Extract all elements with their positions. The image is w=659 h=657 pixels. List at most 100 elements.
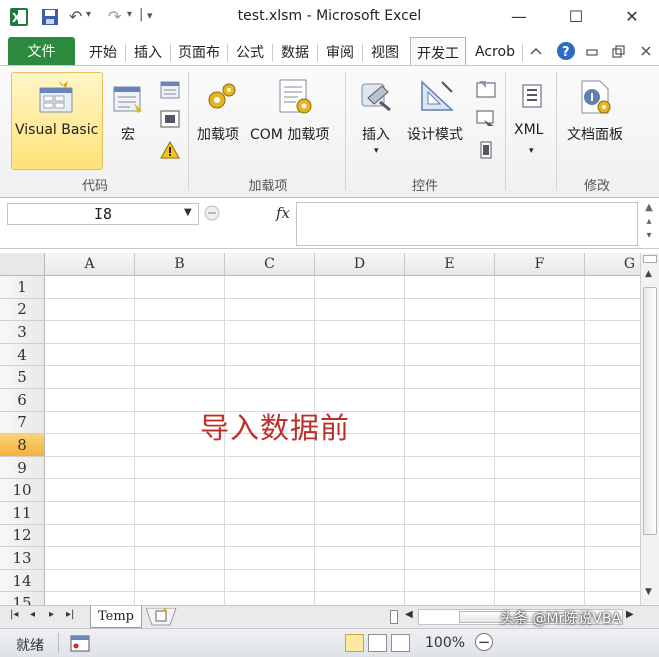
- status-ready: 就绪: [16, 638, 44, 654]
- tab-developer[interactable]: 开发工: [410, 37, 466, 67]
- design-mode-icon[interactable]: [418, 78, 456, 114]
- grid-row-line: [45, 320, 640, 322]
- scroll-down-arrow[interactable]: ▼: [645, 587, 652, 597]
- row-header[interactable]: 6: [0, 389, 45, 412]
- grid-row-line: [45, 478, 640, 480]
- properties-icon[interactable]: [476, 80, 496, 98]
- tab-separator: [317, 44, 318, 62]
- insert-control-dropdown[interactable]: ▾: [374, 146, 379, 156]
- insert-function-button[interactable]: fx: [276, 204, 290, 222]
- formula-bar-resize-icon[interactable]: [204, 205, 220, 221]
- column-header[interactable]: G: [585, 253, 640, 276]
- column-header[interactable]: F: [495, 253, 585, 276]
- relative-reference-icon[interactable]: [160, 110, 180, 128]
- close-workbook-icon[interactable]: [640, 45, 652, 57]
- tab-page-layout[interactable]: 页面布: [174, 40, 224, 64]
- tab-acrobat[interactable]: Acrob: [470, 40, 520, 64]
- new-sheet-icon[interactable]: [146, 608, 186, 626]
- minimize-button[interactable]: —: [504, 4, 534, 28]
- column-header[interactable]: E: [405, 253, 495, 276]
- tab-formulas[interactable]: 公式: [231, 40, 269, 64]
- vertical-scrollbar[interactable]: ▲ ▼: [640, 253, 659, 605]
- close-button[interactable]: ✕: [617, 4, 647, 28]
- row-header[interactable]: 7: [0, 411, 45, 435]
- name-box-dropdown[interactable]: ▼: [184, 207, 192, 218]
- row-header[interactable]: 13: [0, 547, 45, 570]
- row-header[interactable]: 11: [0, 502, 45, 525]
- tab-insert[interactable]: 插入: [129, 40, 167, 64]
- row-header[interactable]: 12: [0, 524, 45, 548]
- row-header[interactable]: 8: [0, 434, 45, 457]
- next-sheet-button[interactable]: ▸: [49, 609, 54, 620]
- addins-group-label: 加载项: [248, 179, 288, 194]
- sheet-tab-temp[interactable]: Temp: [90, 606, 142, 628]
- record-macro-icon[interactable]: [160, 81, 180, 99]
- scroll-up-arrow[interactable]: ▲: [645, 269, 652, 279]
- xml-icon[interactable]: [519, 83, 545, 109]
- document-panel-icon[interactable]: [578, 79, 614, 115]
- maximize-button[interactable]: ☐: [561, 4, 591, 28]
- page-break-view-button[interactable]: [391, 634, 410, 652]
- row-header[interactable]: 9: [0, 456, 45, 480]
- prev-sheet-button[interactable]: ◂: [30, 609, 35, 620]
- tab-separator: [125, 44, 126, 62]
- tab-separator: [522, 44, 523, 62]
- record-macro-status-icon[interactable]: [70, 635, 90, 652]
- select-all-corner[interactable]: [0, 253, 45, 276]
- tab-review[interactable]: 审阅: [321, 40, 359, 64]
- grid-row-line: [45, 501, 640, 502]
- macro-icon[interactable]: [112, 83, 144, 115]
- status-separator: [58, 633, 59, 653]
- grid-column-line: [404, 276, 405, 605]
- vertical-scroll-thumb[interactable]: [643, 287, 657, 535]
- page-layout-view-button[interactable]: [368, 634, 387, 652]
- help-icon[interactable]: ?: [556, 41, 576, 61]
- tab-split-handle[interactable]: [390, 610, 398, 624]
- formula-input[interactable]: [296, 202, 638, 246]
- group-separator: [556, 72, 557, 190]
- split-box[interactable]: [643, 255, 657, 263]
- hscroll-right-arrow[interactable]: ▶: [626, 609, 634, 620]
- group-separator: [345, 72, 346, 190]
- column-header[interactable]: D: [315, 253, 405, 276]
- xml-dropdown[interactable]: ▾: [529, 146, 534, 156]
- row-header[interactable]: 15: [0, 592, 45, 605]
- ribbon-collapse-icon[interactable]: [530, 46, 542, 56]
- tab-file[interactable]: 文件: [8, 37, 75, 65]
- tab-view[interactable]: 视图: [366, 40, 404, 64]
- minimize-workbook-icon[interactable]: [586, 47, 598, 57]
- column-header[interactable]: A: [45, 253, 135, 276]
- column-header[interactable]: B: [135, 253, 225, 276]
- tab-data[interactable]: 数据: [276, 40, 314, 64]
- normal-view-button[interactable]: [345, 634, 364, 652]
- row-header[interactable]: 3: [0, 321, 45, 344]
- xml-label: XML: [514, 122, 544, 138]
- restore-workbook-icon[interactable]: [612, 45, 625, 58]
- run-dialog-icon[interactable]: [478, 141, 494, 159]
- row-header[interactable]: 2: [0, 298, 45, 322]
- hscroll-left-arrow[interactable]: ◀: [405, 609, 413, 620]
- row-header[interactable]: 4: [0, 343, 45, 367]
- addins-icon[interactable]: [205, 80, 239, 114]
- column-header[interactable]: C: [225, 253, 315, 276]
- tab-home[interactable]: 开始: [84, 40, 122, 64]
- last-sheet-button[interactable]: ▸|: [66, 609, 74, 620]
- row-header[interactable]: 5: [0, 366, 45, 389]
- zoom-out-button[interactable]: −: [475, 633, 493, 651]
- insert-control-icon[interactable]: [360, 80, 394, 114]
- first-sheet-button[interactable]: |◂: [10, 609, 18, 620]
- row-header[interactable]: 14: [0, 569, 45, 593]
- row-header[interactable]: 10: [0, 479, 45, 502]
- view-code-icon[interactable]: [476, 110, 496, 128]
- grid-row-line: [45, 568, 640, 570]
- worksheet-grid[interactable]: A B C D E F G 1 2 3 4 5 6 7 8 9 10 11 12 13 14 15 导入数据前: [0, 253, 640, 605]
- formula-bar-expand[interactable]: ▲ ▴ ▾: [640, 201, 658, 247]
- row-header[interactable]: 1: [0, 276, 45, 299]
- modify-group-label: 修改: [583, 179, 610, 194]
- com-addins-icon[interactable]: [276, 78, 314, 116]
- grid-row-line: [45, 365, 640, 367]
- zoom-level[interactable]: 100%: [425, 635, 465, 651]
- design-mode-label: 设计模式: [407, 127, 463, 143]
- macro-security-icon[interactable]: [160, 141, 180, 159]
- name-box[interactable]: I8: [7, 203, 199, 225]
